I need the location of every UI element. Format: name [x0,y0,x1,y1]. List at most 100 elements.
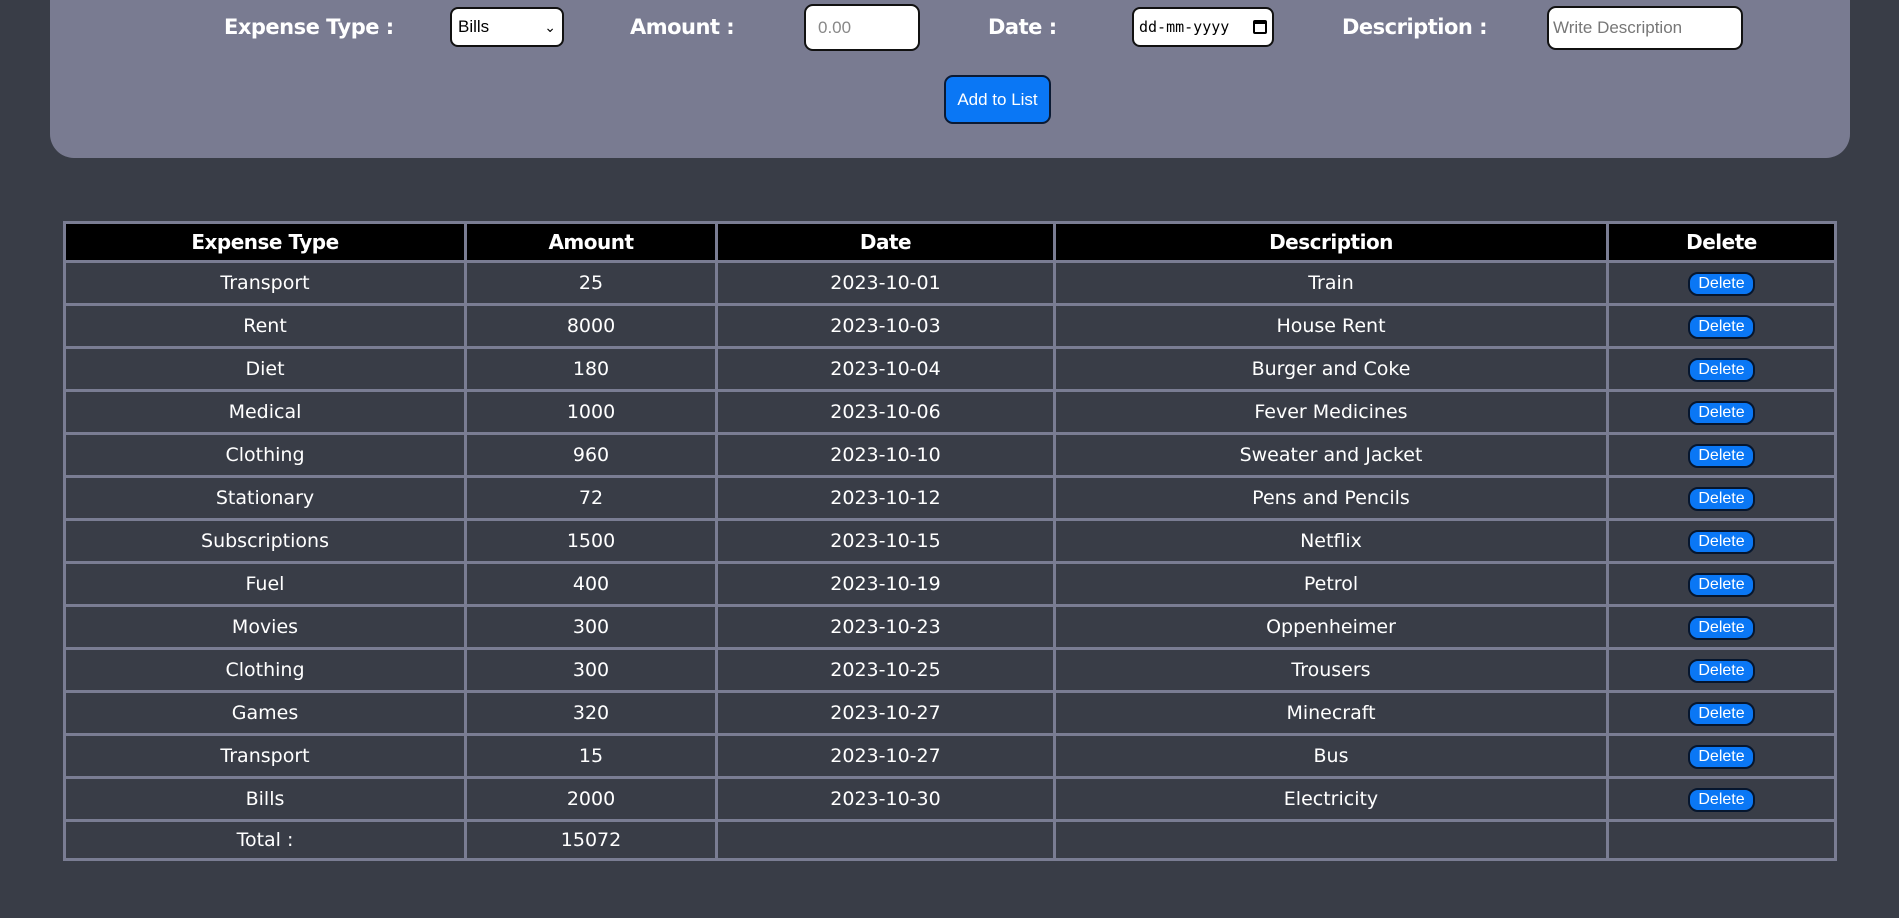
table-header-row: Expense Type Amount Date Description Del… [63,221,1837,263]
table-row: Stationary 72 2023-10-12 Pens and Pencils De… [63,475,1837,521]
delete-button[interactable]: Delete [1688,357,1755,382]
header-amount: Amount [464,221,718,263]
cell-date: 2023-10-27 [715,690,1056,736]
delete-button[interactable]: Delete [1688,529,1755,554]
description-label: Description : [1342,15,1488,39]
amount-placeholder: 0.00 [818,17,852,37]
cell-delete: Delete [1606,733,1837,779]
cell-description: Bus [1053,733,1609,779]
cell-description: Sweater and Jacket [1053,432,1609,478]
cell-expense-type: Bills [63,776,467,822]
cell-amount: 400 [464,561,718,607]
cell-expense-type: Diet [63,346,467,392]
add-to-list-button[interactable]: Add to List [944,75,1051,124]
cell-date: 2023-10-06 [715,389,1056,435]
cell-delete: Delete [1606,432,1837,478]
delete-button[interactable]: Delete [1688,787,1755,812]
expense-type-select[interactable]: Bills ⌄ [450,7,564,47]
table-row: Clothing 300 2023-10-25 Trousers Delete [63,647,1837,693]
delete-button[interactable]: Delete [1688,744,1755,769]
cell-date: 2023-10-12 [715,475,1056,521]
date-placeholder: dd-mm-yyyy [1139,18,1230,36]
cell-amount: 300 [464,604,718,650]
cell-delete: Delete [1606,303,1837,349]
delete-button[interactable]: Delete [1688,486,1755,511]
delete-button[interactable]: Delete [1688,572,1755,597]
delete-button[interactable]: Delete [1688,400,1755,425]
expense-table: Expense Type Amount Date Description Del… [63,221,1837,861]
expense-type-value: Bills [458,17,490,36]
empty-cell [1053,819,1609,861]
cell-expense-type: Medical [63,389,467,435]
cell-date: 2023-10-25 [715,647,1056,693]
cell-delete: Delete [1606,518,1837,564]
table-row: Bills 2000 2023-10-30 Electricity Delete [63,776,1837,822]
delete-button[interactable]: Delete [1688,701,1755,726]
cell-expense-type: Subscriptions [63,518,467,564]
chevron-down-icon: ⌄ [544,18,556,35]
table-row: Subscriptions 1500 2023-10-15 Netflix Delete [63,518,1837,564]
expense-form-panel: Expense Type : Bills ⌄ Amount : 0.00 Dat… [50,0,1850,158]
cell-amount: 320 [464,690,718,736]
cell-expense-type: Rent [63,303,467,349]
cell-date: 2023-10-15 [715,518,1056,564]
cell-amount: 25 [464,260,718,306]
cell-description: Trousers [1053,647,1609,693]
cell-amount: 1500 [464,518,718,564]
cell-amount: 960 [464,432,718,478]
delete-button[interactable]: Delete [1688,658,1755,683]
cell-amount: 1000 [464,389,718,435]
cell-date: 2023-10-03 [715,303,1056,349]
amount-input[interactable]: 0.00 [804,4,920,51]
header-expense-type: Expense Type [63,221,467,263]
cell-delete: Delete [1606,604,1837,650]
cell-date: 2023-10-30 [715,776,1056,822]
cell-amount: 15 [464,733,718,779]
cell-expense-type: Clothing [63,647,467,693]
cell-expense-type: Transport [63,260,467,306]
cell-description: Electricity [1053,776,1609,822]
cell-date: 2023-10-04 [715,346,1056,392]
table-row: Transport 15 2023-10-27 Bus Delete [63,733,1837,779]
date-label: Date : [988,15,1057,39]
table-row: Movies 300 2023-10-23 Oppenheimer Delete [63,604,1837,650]
table-row: Rent 8000 2023-10-03 House Rent Delete [63,303,1837,349]
expense-type-label: Expense Type : [224,15,394,39]
cell-description: Netflix [1053,518,1609,564]
delete-button[interactable]: Delete [1688,443,1755,468]
cell-date: 2023-10-27 [715,733,1056,779]
cell-description: Minecraft [1053,690,1609,736]
description-input[interactable]: Write Description [1547,6,1743,50]
cell-delete: Delete [1606,346,1837,392]
delete-button[interactable]: Delete [1688,314,1755,339]
amount-label: Amount : [630,15,735,39]
cell-delete: Delete [1606,260,1837,306]
cell-amount: 2000 [464,776,718,822]
cell-expense-type: Stationary [63,475,467,521]
cell-delete: Delete [1606,389,1837,435]
cell-description: Petrol [1053,561,1609,607]
cell-delete: Delete [1606,776,1837,822]
cell-description: Train [1053,260,1609,306]
empty-cell [1606,819,1837,861]
header-date: Date [715,221,1056,263]
cell-date: 2023-10-23 [715,604,1056,650]
cell-date: 2023-10-01 [715,260,1056,306]
cell-date: 2023-10-19 [715,561,1056,607]
cell-expense-type: Fuel [63,561,467,607]
calendar-icon[interactable] [1253,20,1267,34]
delete-button[interactable]: Delete [1688,271,1755,296]
cell-delete: Delete [1606,561,1837,607]
cell-amount: 180 [464,346,718,392]
cell-description: Pens and Pencils [1053,475,1609,521]
table-row: Games 320 2023-10-27 Minecraft Delete [63,690,1837,736]
total-row: Total : 15072 [63,819,1837,861]
cell-expense-type: Games [63,690,467,736]
header-description: Description [1053,221,1609,263]
date-input[interactable]: dd-mm-yyyy [1132,7,1274,47]
delete-button[interactable]: Delete [1688,615,1755,640]
cell-date: 2023-10-10 [715,432,1056,478]
cell-delete: Delete [1606,690,1837,736]
cell-description: Burger and Coke [1053,346,1609,392]
total-label: Total : [63,819,467,861]
